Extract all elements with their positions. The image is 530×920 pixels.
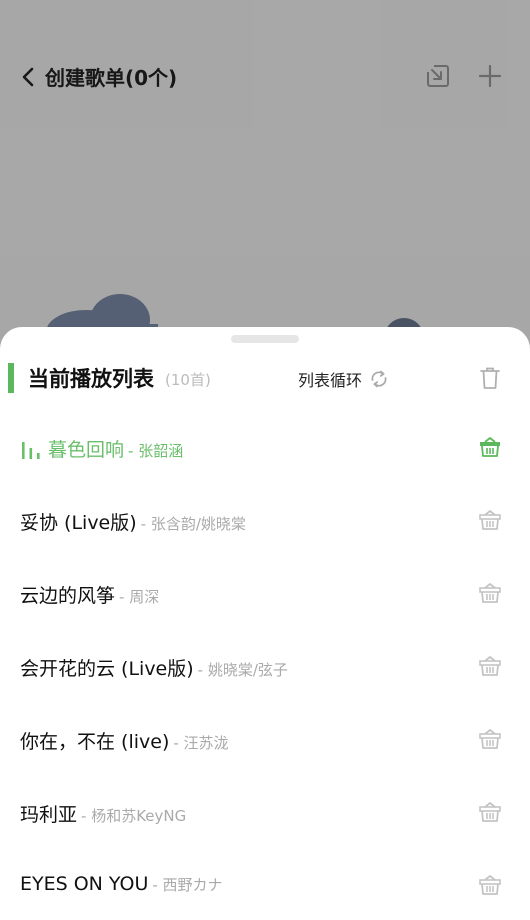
song-text: 会开花的云 (Live版) - 姚晓棠/弦子 <box>20 654 288 681</box>
song-text: 云边的风筝 - 周深 <box>20 581 159 608</box>
playlist-count: (10首) <box>165 371 211 389</box>
remove-basket-icon[interactable] <box>478 728 502 750</box>
remove-basket-icon[interactable] <box>478 874 502 896</box>
song-artist: - 西野カナ <box>152 876 223 894</box>
remove-basket-icon[interactable] <box>478 582 502 604</box>
song-title: EYES ON YOU <box>20 873 149 895</box>
current-playlist-sheet: 当前播放列表 (10首) 列表循环 暮色回响 - 张韶涵 妥协 (Live版) … <box>0 327 530 920</box>
song-text: 妥协 (Live版) - 张含韵/姚晓棠 <box>20 508 246 535</box>
loop-mode-button[interactable]: 列表循环 <box>298 366 390 392</box>
song-title: 会开花的云 (Live版) <box>20 658 194 680</box>
drag-handle[interactable] <box>231 335 299 343</box>
song-text: 玛利亚 - 杨和苏KeyNG <box>20 800 186 827</box>
song-artist: - 张含韵/姚晓棠 <box>140 515 246 533</box>
song-title: 妥协 (Live版) <box>20 512 137 534</box>
song-row[interactable]: 暮色回响 - 张韶涵 <box>0 413 530 486</box>
now-playing-icon <box>22 442 40 459</box>
loop-mode-label: 列表循环 <box>298 371 363 390</box>
song-text: 你在，不在 (live) - 汪苏泷 <box>20 727 229 754</box>
song-row[interactable]: EYES ON YOU - 西野カナ <box>0 851 530 920</box>
title-accent-bar <box>8 363 14 393</box>
playlist-title: 当前播放列表 <box>28 367 154 391</box>
song-title: 云边的风筝 <box>20 585 116 607</box>
remove-basket-icon[interactable] <box>478 436 502 458</box>
trash-icon[interactable] <box>479 366 501 390</box>
song-row[interactable]: 妥协 (Live版) - 张含韵/姚晓棠 <box>0 486 530 559</box>
remove-basket-icon[interactable] <box>478 801 502 823</box>
remove-basket-icon[interactable] <box>478 509 502 531</box>
song-row[interactable]: 云边的风筝 - 周深 <box>0 559 530 632</box>
song-artist: - 张韶涵 <box>128 442 184 460</box>
song-artist: - 杨和苏KeyNG <box>81 807 187 825</box>
song-artist: - 周深 <box>119 588 160 606</box>
song-row[interactable]: 玛利亚 - 杨和苏KeyNG <box>0 778 530 851</box>
song-row[interactable]: 会开花的云 (Live版) - 姚晓棠/弦子 <box>0 632 530 705</box>
song-row[interactable]: 你在，不在 (live) - 汪苏泷 <box>0 705 530 778</box>
song-artist: - 姚晓棠/弦子 <box>197 661 288 679</box>
song-title: 暮色回响 <box>48 439 125 461</box>
song-title: 你在，不在 (live) <box>20 731 170 753</box>
song-text: EYES ON YOU - 西野カナ <box>20 873 223 895</box>
remove-basket-icon[interactable] <box>478 655 502 677</box>
song-title: 玛利亚 <box>20 804 78 826</box>
song-text: 暮色回响 - 张韶涵 <box>48 435 183 462</box>
loop-icon <box>371 370 387 388</box>
song-artist: - 汪苏泷 <box>173 734 229 752</box>
song-list: 暮色回响 - 张韶涵 妥协 (Live版) - 张含韵/姚晓棠 云边的风筝 - … <box>0 413 530 920</box>
playlist-header: 当前播放列表 (10首) 列表循环 <box>0 357 530 401</box>
